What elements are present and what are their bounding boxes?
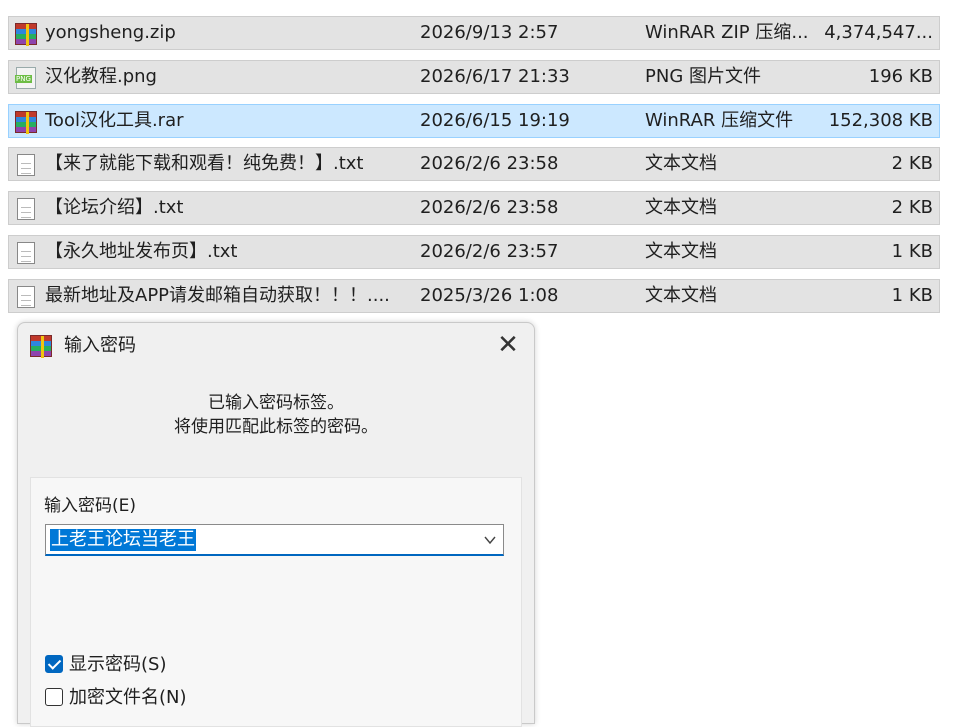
- file-list: yongsheng.zip 2026/9/13 2:57 WinRAR ZIP 压缩…: [0, 0, 960, 320]
- file-type: 文本文档: [645, 197, 717, 218]
- file-type: 文本文档: [645, 153, 717, 174]
- txt-icon: [15, 154, 37, 176]
- file-row[interactable]: 【来了就能下载和观看！纯免费！】.txt 2026/2/6 23:58 文本文档 2 …: [8, 147, 940, 181]
- file-size: 1 KB: [891, 241, 933, 262]
- file-row[interactable]: 【永久地址发布页】.txt 2026/2/6 23:57 文本文档 1 KB: [8, 235, 940, 269]
- file-name: Tool汉化工具.rar: [45, 110, 184, 131]
- dialog-titlebar[interactable]: 输入密码 ✕: [18, 323, 534, 369]
- file-size: 1 KB: [891, 285, 933, 306]
- file-name: yongsheng.zip: [45, 22, 176, 43]
- dialog-title: 输入密码: [64, 335, 136, 356]
- message-line-2: 将使用匹配此标签的密码。: [174, 417, 378, 437]
- enter-password-dialog: 输入密码 ✕ 已输入密码标签。 将使用匹配此标签的密码。 输入密码(E) 上老王…: [17, 322, 535, 727]
- dialog-message: 已输入密码标签。 将使用匹配此标签的密码。: [18, 391, 534, 439]
- file-size: 4,374,547...: [824, 22, 933, 43]
- file-name: 【来了就能下载和观看！纯免费！】.txt: [45, 153, 364, 174]
- file-row[interactable]: Tool汉化工具.rar 2026/6/15 19:19 WinRAR 压缩文件 15…: [8, 104, 940, 138]
- file-row[interactable]: PNG 汉化教程.png 2026/6/17 21:33 PNG 图片文件 196 KB: [8, 60, 940, 94]
- file-size: 152,308 KB: [828, 110, 933, 131]
- winrar-icon: [30, 335, 52, 358]
- message-line-1: 已输入密码标签。: [208, 393, 344, 413]
- checkbox-unchecked-icon[interactable]: [45, 688, 63, 706]
- password-combobox[interactable]: 上老王论坛当老王: [45, 524, 504, 556]
- file-row[interactable]: 【论坛介绍】.txt 2026/2/6 23:58 文本文档 2 KB: [8, 191, 940, 225]
- file-type: 文本文档: [645, 285, 717, 306]
- file-date: 2026/2/6 23:58: [420, 153, 559, 174]
- file-type: WinRAR 压缩文件: [645, 110, 794, 131]
- png-icon: PNG: [15, 67, 37, 89]
- txt-icon: [15, 242, 37, 264]
- file-date: 2026/9/13 2:57: [420, 22, 559, 43]
- file-type: 文本文档: [645, 241, 717, 262]
- chevron-down-icon[interactable]: [483, 533, 497, 547]
- file-name: 汉化教程.png: [45, 66, 157, 87]
- file-size: 196 KB: [868, 66, 933, 87]
- file-size: 2 KB: [891, 153, 933, 174]
- file-date: 2026/2/6 23:57: [420, 241, 559, 262]
- file-date: 2025/3/26 1:08: [420, 285, 559, 306]
- txt-icon: [15, 286, 37, 308]
- file-name: 【永久地址发布页】.txt: [45, 241, 238, 262]
- file-date: 2026/6/15 19:19: [420, 110, 570, 131]
- rar-icon: [15, 111, 37, 134]
- file-row[interactable]: 最新地址及APP请发邮箱自动获取！！！.... 2025/3/26 1:08 文本文…: [8, 279, 940, 313]
- close-button[interactable]: ✕: [490, 329, 526, 363]
- file-type: PNG 图片文件: [645, 66, 761, 87]
- file-date: 2026/6/17 21:33: [420, 66, 570, 87]
- password-input[interactable]: 上老王论坛当老王: [50, 529, 196, 551]
- show-password-label: 显示密码(S): [69, 654, 167, 675]
- password-label: 输入密码(E): [44, 496, 137, 516]
- file-name: 最新地址及APP请发邮箱自动获取！！！....: [45, 285, 390, 306]
- rar-icon: [15, 23, 37, 46]
- encrypt-filenames-label: 加密文件名(N): [69, 687, 187, 708]
- checkbox-checked-icon[interactable]: [45, 655, 63, 673]
- file-date: 2026/2/6 23:58: [420, 197, 559, 218]
- file-name: 【论坛介绍】.txt: [45, 197, 184, 218]
- file-type: WinRAR ZIP 压缩...: [645, 22, 809, 43]
- txt-icon: [15, 198, 37, 220]
- file-row[interactable]: yongsheng.zip 2026/9/13 2:57 WinRAR ZIP 压缩…: [8, 16, 940, 50]
- file-size: 2 KB: [891, 197, 933, 218]
